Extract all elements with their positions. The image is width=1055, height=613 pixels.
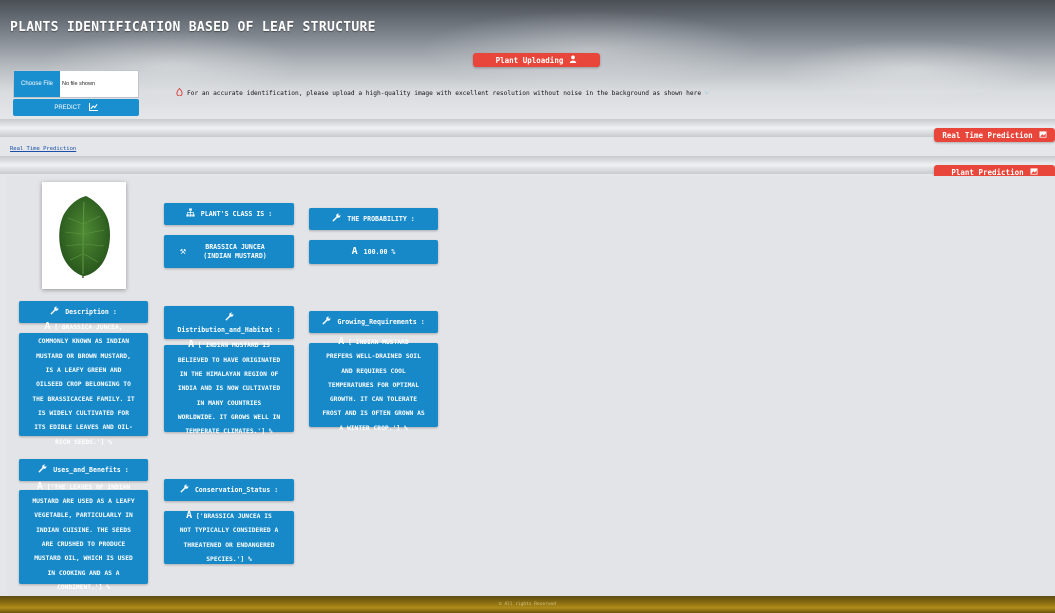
plant-class-label: PLANT'S CLASS IS : — [164, 203, 294, 225]
uses-benefits-label: Uses_and_Benefits : — [19, 459, 148, 481]
user-icon — [569, 55, 577, 65]
growing-requirements-label: Growing_Requirements : — [309, 311, 438, 333]
growing-requirements-label-text: Growing_Requirements : — [337, 318, 425, 326]
footer-text: © All rights Reserved — [499, 602, 556, 607]
conservation-status-label-text: Conservation_Status : — [194, 486, 279, 494]
realtime-band — [0, 119, 1055, 137]
growing-line: FROST AND IS OFTEN GROWN AS — [322, 410, 425, 418]
prediction-band — [0, 156, 1055, 174]
probability-label-text: THE PROBABILITY : — [347, 215, 415, 223]
uses-line: VEGETABLE, PARTICULARLY IN — [34, 512, 133, 520]
uses-line: MUSTARD OIL, WHICH IS USED — [34, 555, 133, 563]
font-icon: A — [188, 339, 195, 351]
growing-line: A WINTER CROP.'] % — [339, 424, 408, 432]
growing-requirements-text: A ['INDIAN MUSTARD PREFERS WELL-DRAINED … — [309, 336, 438, 432]
file-status-text: No file shown — [62, 81, 96, 87]
distribution-line: ['INDIAN MUSTARD IS — [197, 342, 270, 350]
font-icon: A — [351, 246, 358, 257]
probability-value-text: 100.00 % — [363, 248, 396, 256]
uses-line: MUSTARD ARE USED AS A LEAFY — [32, 498, 135, 506]
wrench-icon — [180, 484, 189, 496]
growing-line: AND REQUIRES COOL — [341, 367, 406, 375]
description-line: ['BRASSICA JUNCEA, — [54, 324, 123, 332]
sitemap-icon — [186, 208, 195, 220]
upload-notice-text: For an accurate identification, please u… — [187, 89, 702, 97]
wrench-icon — [224, 312, 234, 324]
font-icon: A — [338, 335, 345, 347]
font-icon: A — [186, 509, 193, 521]
probability-value: A 100.00 % — [309, 240, 438, 264]
leaf-illustration — [59, 195, 110, 278]
description-line: MUSTARD OR BROWN MUSTARD, — [36, 352, 131, 360]
real-time-prediction-button[interactable]: Real Time Prediction — [934, 128, 1055, 142]
growing-line: ['INDIAN MUSTARD — [348, 338, 409, 346]
description-line: OILSEED CROP BELONGING TO — [36, 381, 131, 389]
font-icon: A — [44, 321, 51, 333]
distribution-line: IN MANY COUNTRIES — [196, 399, 262, 407]
image-icon — [1039, 130, 1047, 140]
real-time-prediction-link[interactable]: Real Time Prediction — [10, 146, 76, 152]
uses-benefits-text: A ['THE LEAVES OF INDIAN MUSTARD ARE USE… — [19, 481, 148, 591]
plant-class-value-text: BRASSICA JUNCEA (INDIAN MUSTARD) — [203, 242, 267, 260]
description-line: IS A LEAFY GREEN AND — [45, 367, 122, 375]
wrench-icon — [322, 316, 331, 328]
plant-uploading-label: Plant Uploading — [495, 55, 564, 65]
uses-line: INDIAN CUISINE. THE SEEDS — [36, 526, 131, 534]
description-line: THE BRASSICACEAE FAMILY. IT — [32, 395, 135, 403]
growing-line: GROWTH. IT CAN TOLERATE — [329, 396, 418, 404]
info-icon — [176, 87, 183, 98]
probability-label: THE PROBABILITY : — [309, 208, 438, 230]
leaf-image — [42, 182, 126, 289]
description-line: IS WIDELY CULTIVATED FOR — [38, 409, 129, 417]
cloud-decoration — [420, 10, 760, 90]
distribution-line: BELIEVED TO HAVE ORIGINATED — [177, 356, 281, 364]
conservation-line: THREATENED OR ENDANGERED — [183, 541, 275, 549]
uses-benefits-label-text: Uses_and_Benefits : — [53, 466, 129, 474]
distribution-line: WORLDWIDE. IT GROWS WELL IN — [177, 413, 281, 421]
wrench-icon: ⚒ — [179, 245, 187, 257]
description-text: A ['BRASSICA JUNCEA, COMMONLY KNOWN AS I… — [19, 322, 148, 446]
plant-uploading-button[interactable]: Plant Uploading — [473, 53, 600, 67]
choose-file-button[interactable]: Choose File — [14, 71, 60, 97]
wrench-icon — [38, 464, 47, 476]
growing-line: TEMPERATURES FOR OPTIMAL — [328, 381, 419, 389]
conservation-line: NOT TYPICALLY CONSIDERED A — [179, 527, 279, 535]
conservation-line: ['BRASSICA JUNCEA IS — [196, 512, 272, 520]
distribution-line: IN THE HIMALAYAN REGION OF — [179, 371, 279, 379]
cloud-decoration — [780, 40, 1040, 100]
growing-line: PREFERS WELL-DRAINED SOIL — [326, 353, 421, 361]
predict-label: PREDICT — [54, 104, 81, 111]
conservation-status-label: Conservation_Status : — [164, 479, 294, 501]
upload-notice: For an accurate identification, please u… — [176, 87, 710, 98]
uses-line: CONDIMENT.'] % — [56, 583, 111, 591]
description-line: ITS EDIBLE LEAVES AND OIL- — [34, 424, 133, 432]
footer: © All rights Reserved — [0, 596, 1055, 613]
uses-line: ARE CRUSHED TO PRODUCE — [41, 541, 126, 548]
distribution-label: Distribution_and_Habitat : — [164, 306, 294, 339]
conservation-line: SPECIES.'] % — [206, 555, 252, 563]
distribution-label-text: Distribution_and_Habitat : — [177, 325, 281, 334]
description-line: COMMONLY KNOWN AS INDIAN — [38, 338, 129, 346]
distribution-line: TEMPERATE CLIMATES.'] % — [185, 428, 273, 436]
file-input[interactable]: Choose File No file shown — [13, 70, 139, 98]
description-label-text: Description : — [65, 308, 117, 316]
wrench-icon — [332, 213, 341, 225]
predict-button[interactable]: PREDICT — [13, 99, 139, 116]
chart-icon — [88, 102, 98, 113]
description-label: Description : — [19, 301, 148, 323]
distribution-line: INDIA AND IS NOW CULTIVATED — [177, 385, 281, 393]
font-icon: A — [36, 480, 43, 492]
conservation-status-text: A ['BRASSICA JUNCEA IS NOT TYPICALLY CON… — [164, 509, 294, 564]
plant-class-label-text: PLANT'S CLASS IS : — [200, 210, 273, 218]
uses-line: IN COOKING AND AS A — [47, 569, 120, 577]
real-time-prediction-label: Real Time Prediction — [942, 130, 1033, 140]
page-title: PLANTS IDENTIFICATION BASED OF LEAF STRU… — [10, 20, 376, 35]
hand-point-icon: ☞ — [705, 89, 710, 97]
description-line: RICH SEEDS.'] % — [55, 438, 112, 446]
uses-line: ['THE LEAVES OF INDIAN — [46, 483, 131, 491]
distribution-text: A ['INDIAN MUSTARD IS BELIEVED TO HAVE O… — [164, 340, 294, 435]
plant-class-value: ⚒ BRASSICA JUNCEA (INDIAN MUSTARD) — [164, 235, 294, 268]
wrench-icon — [50, 306, 59, 318]
